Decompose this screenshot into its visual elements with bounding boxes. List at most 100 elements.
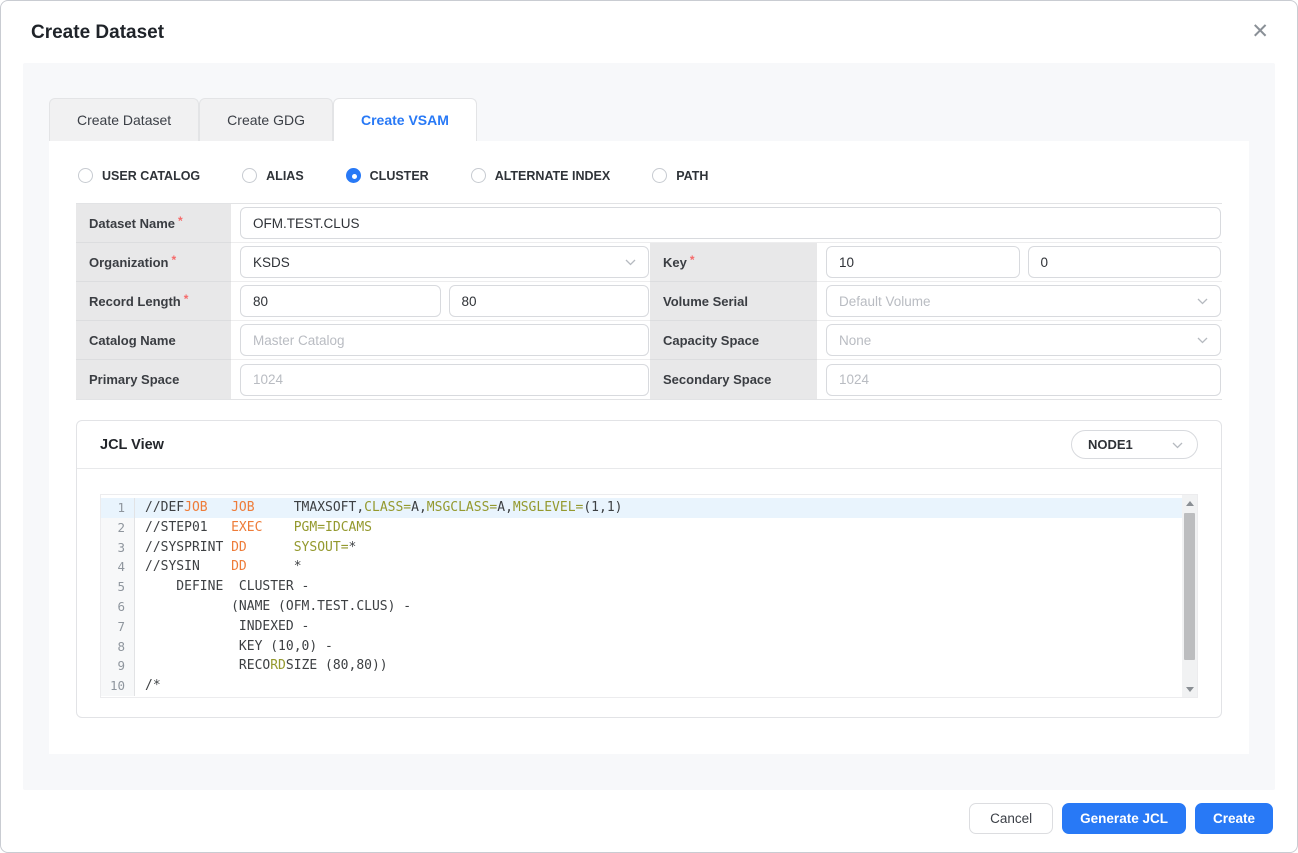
jcl-code-line[interactable]: 6 (NAME (OFM.TEST.CLUS) - [101, 596, 1182, 617]
jcl-code-editor[interactable]: 1 //DEFJOB JOB TMAXSOFT,CLASS=A,MSGCLASS=… [100, 494, 1198, 698]
key-length-input[interactable] [826, 246, 1020, 278]
key-offset-input[interactable] [1027, 246, 1221, 278]
organization-label: Organization * [76, 243, 231, 282]
code-text: //STEP01 EXEC PGM=IDCAMS [145, 519, 373, 535]
line-number: 7 [101, 616, 135, 637]
radio-alias[interactable]: ALIAS [242, 168, 304, 183]
code-text: //SYSIN DD * [145, 559, 302, 575]
dialog-header: Create Dataset ✕ [1, 1, 1297, 63]
code-text: DEFINE CLUSTER - [145, 579, 310, 595]
radio-user-catalog[interactable]: USER CATALOG [78, 168, 200, 183]
dataset-name-input[interactable] [240, 207, 1221, 239]
line-number: 9 [101, 656, 135, 677]
required-asterisk: * [171, 253, 177, 267]
tab-content-card: USER CATALOG ALIAS CLUSTER ALTERNATE IND… [49, 141, 1249, 754]
primary-space-cell [231, 360, 650, 399]
dialog-body-panel: Create Dataset Create GDG Create VSAM US… [23, 63, 1275, 790]
record-length-label: Record Length * [76, 282, 231, 321]
volume-serial-cell: Default Volume [817, 282, 1222, 321]
tab-create-dataset[interactable]: Create Dataset [49, 98, 200, 141]
record-length-avg-input[interactable] [240, 285, 441, 317]
code-text: /* [145, 678, 161, 694]
code-text: //SYSPRINT DD SYSOUT=* [145, 539, 357, 555]
organization-select[interactable]: KSDS [240, 246, 649, 278]
jcl-code-line[interactable]: 3 //SYSPRINT DD SYSOUT=* [101, 537, 1182, 558]
capacity-space-cell: None [817, 321, 1222, 360]
code-text: (NAME (OFM.TEST.CLUS) - [145, 598, 412, 614]
cancel-button[interactable]: Cancel [969, 803, 1054, 834]
chevron-down-icon [1197, 292, 1208, 310]
catalog-name-cell [231, 321, 650, 360]
jcl-code-lines: 1 //DEFJOB JOB TMAXSOFT,CLASS=A,MSGCLASS=… [101, 498, 1182, 696]
dataset-name-cell [231, 204, 1222, 243]
line-number: 2 [101, 517, 135, 538]
dialog-footer: Cancel Generate JCL Create [1, 790, 1297, 852]
jcl-view-title: JCL View [100, 436, 164, 453]
line-number: 6 [101, 596, 135, 617]
record-length-max-input[interactable] [448, 285, 649, 317]
secondary-space-cell [817, 360, 1222, 399]
required-asterisk: * [178, 214, 183, 228]
generate-jcl-button[interactable]: Generate JCL [1062, 803, 1186, 834]
vsam-form-table: Dataset Name* Organization* KSDS Key* [76, 203, 1222, 400]
primary-space-label: Primary Space [76, 360, 231, 399]
line-number: 10 [101, 676, 135, 696]
secondary-space-label: Secondary Space [650, 360, 817, 399]
chevron-down-icon [625, 253, 636, 271]
code-text: //DEFJOB JOB TMAXSOFT,CLASS=A,MSGCLASS=A… [145, 500, 623, 515]
radio-alternate-index[interactable]: ALTERNATE INDEX [470, 168, 610, 183]
chevron-down-icon [1172, 436, 1183, 454]
tab-create-gdg[interactable]: Create GDG [199, 98, 333, 141]
tab-create-vsam[interactable]: Create VSAM [332, 98, 477, 141]
jcl-view-header: JCL View NODE1 [77, 421, 1221, 469]
scrollbar-thumb[interactable] [1184, 513, 1195, 660]
tab-bar: Create Dataset Create GDG Create VSAM [23, 63, 1275, 141]
organization-cell: KSDS [231, 243, 650, 282]
radio-circle-icon [242, 168, 258, 183]
line-number: 8 [101, 636, 135, 657]
radio-cluster[interactable]: CLUSTER [345, 168, 429, 183]
vertical-scrollbar[interactable] [1182, 495, 1197, 697]
required-asterisk: * [183, 292, 189, 306]
primary-space-input[interactable] [240, 363, 649, 396]
create-button[interactable]: Create [1194, 803, 1273, 834]
catalog-name-input[interactable] [240, 324, 649, 356]
radio-path[interactable]: PATH [652, 168, 708, 183]
secondary-space-input[interactable] [826, 363, 1221, 396]
jcl-code-line[interactable]: 9 RECORDSIZE (80,80)) [101, 656, 1182, 677]
key-label: Key * [650, 243, 817, 282]
line-number: 5 [101, 577, 135, 597]
radio-circle-icon [78, 168, 93, 183]
jcl-code-line[interactable]: 10 /* [101, 676, 1182, 696]
radio-circle-icon [652, 168, 668, 183]
capacity-space-select[interactable]: None [826, 324, 1221, 356]
chevron-down-icon [1197, 331, 1208, 349]
radio-selected-icon [345, 168, 361, 183]
code-text: RECORDSIZE (80,80)) [145, 658, 388, 674]
volume-serial-label: Volume Serial [650, 282, 817, 321]
jcl-code-line[interactable]: 5 DEFINE CLUSTER - [101, 577, 1182, 597]
line-number: 4 [101, 557, 135, 578]
jcl-code-line[interactable]: 4 //SYSIN DD * [101, 557, 1182, 578]
vsam-type-radio-group: USER CATALOG ALIAS CLUSTER ALTERNATE IND… [76, 141, 1222, 203]
node-select[interactable]: NODE1 [1071, 430, 1198, 459]
scroll-up-icon[interactable] [1182, 495, 1197, 511]
radio-circle-icon [470, 168, 486, 183]
line-number: 3 [101, 537, 135, 558]
code-text: INDEXED - [145, 618, 310, 634]
jcl-code-line[interactable]: 2 //STEP01 EXEC PGM=IDCAMS [101, 517, 1182, 538]
line-number: 1 [101, 498, 135, 518]
catalog-name-label: Catalog Name [76, 321, 231, 360]
volume-serial-select[interactable]: Default Volume [826, 285, 1221, 317]
create-dataset-dialog: Create Dataset ✕ Create Dataset Create G… [0, 0, 1298, 853]
required-asterisk: * [689, 253, 695, 267]
scroll-down-icon[interactable] [1182, 681, 1197, 697]
record-length-cell [231, 282, 650, 321]
close-icon[interactable]: ✕ [1251, 21, 1269, 42]
jcl-code-line[interactable]: 8 KEY (10,0) - [101, 636, 1182, 657]
key-cell [817, 243, 1222, 282]
jcl-view-box: JCL View NODE1 1 //DEFJOB JOB TMAXSOFT,CL… [76, 420, 1222, 718]
jcl-code-line[interactable]: 7 INDEXED - [101, 616, 1182, 637]
code-text: KEY (10,0) - [145, 638, 333, 654]
jcl-code-line[interactable]: 1 //DEFJOB JOB TMAXSOFT,CLASS=A,MSGCLASS=… [101, 498, 1182, 518]
